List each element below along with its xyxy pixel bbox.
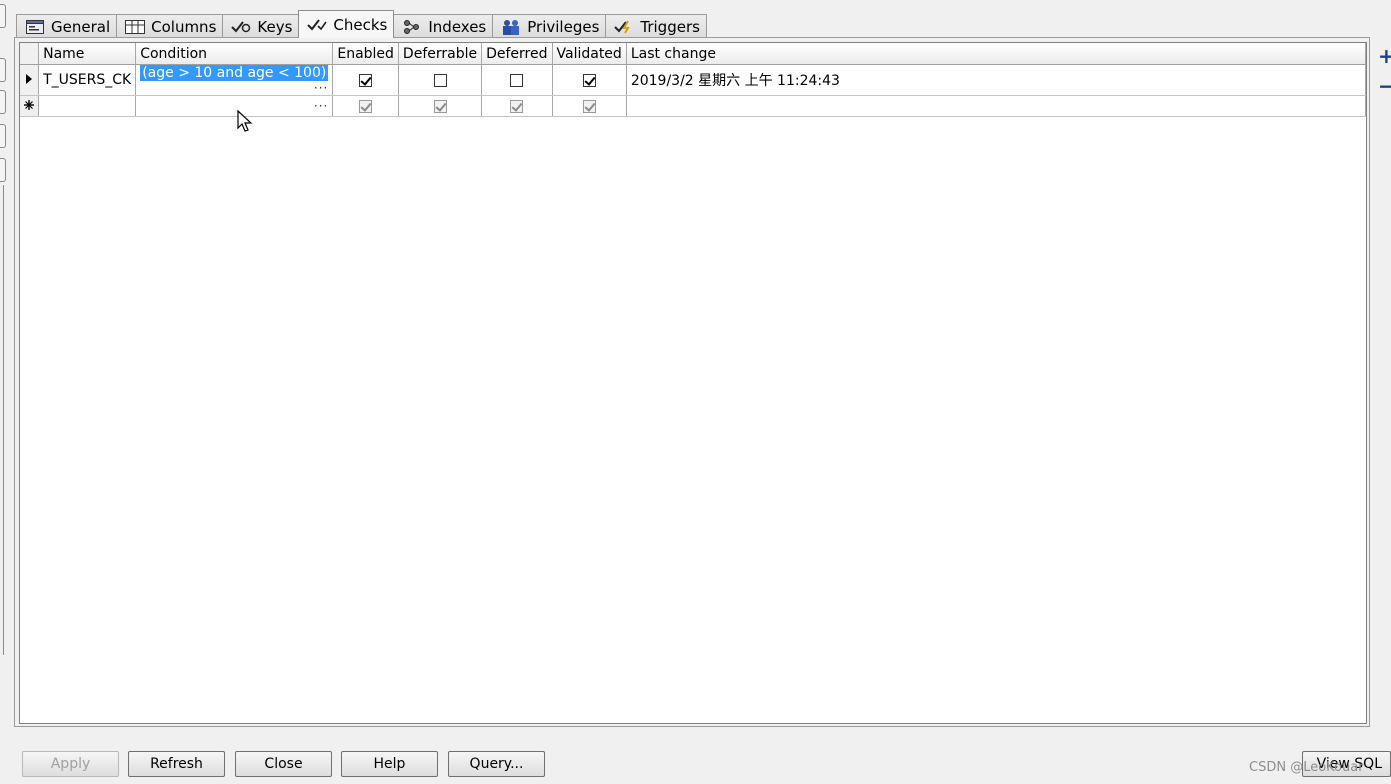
tab-label: Triggers xyxy=(640,17,700,36)
tab-label: Keys xyxy=(257,17,293,36)
tab-columns[interactable]: Columns xyxy=(116,14,224,38)
tab-checks[interactable]: Checks xyxy=(298,10,395,38)
current-row-indicator-icon xyxy=(20,64,40,96)
deferred-checkbox[interactable] xyxy=(510,73,524,87)
cell-deferred[interactable] xyxy=(481,95,553,117)
remove-row-button[interactable]: − xyxy=(1378,76,1391,96)
cell-deferrable[interactable] xyxy=(398,64,483,96)
cell-enabled[interactable] xyxy=(332,64,399,96)
deferrable-checkbox[interactable] xyxy=(433,73,447,87)
tab-label: Columns xyxy=(151,17,217,36)
new-row-indicator-icon xyxy=(20,95,40,117)
tab-label: Privileges xyxy=(527,17,600,36)
column-header-condition[interactable]: Condition xyxy=(135,43,334,65)
background-window-notch xyxy=(0,158,6,182)
cell-condition[interactable]: (age > 10 and age < 100) ··· xyxy=(135,64,334,96)
refresh-button[interactable]: Refresh xyxy=(128,751,225,777)
table-row[interactable]: T_USERS_CK (age > 10 and age < 100) ··· … xyxy=(20,64,1367,96)
query-button[interactable]: Query... xyxy=(448,751,545,777)
column-header-deferrable[interactable]: Deferrable xyxy=(398,43,483,65)
triggers-icon xyxy=(614,19,634,35)
header-row: Name Condition Enabled Deferrable Deferr… xyxy=(20,43,1367,65)
watermark: CSDN @LeoKouar xyxy=(1249,760,1364,775)
help-button[interactable]: Help xyxy=(341,751,438,777)
column-header-enabled[interactable]: Enabled xyxy=(332,43,399,65)
condition-selected-text[interactable]: (age > 10 and age < 100) xyxy=(140,65,329,81)
deferrable-checkbox[interactable] xyxy=(433,99,447,113)
deferred-checkbox[interactable] xyxy=(510,99,524,113)
mouse-cursor-icon xyxy=(237,109,253,138)
validated-checkbox[interactable] xyxy=(582,73,596,87)
condition-ellipsis-button[interactable]: ··· xyxy=(314,99,328,113)
general-icon xyxy=(25,19,45,35)
apply-button[interactable]: Apply xyxy=(22,751,119,777)
column-header-name[interactable]: Name xyxy=(38,43,137,65)
column-header-validated[interactable]: Validated xyxy=(552,43,627,65)
enabled-checkbox[interactable] xyxy=(359,99,373,113)
background-window-line xyxy=(3,185,4,655)
condition-ellipsis-button[interactable]: ··· xyxy=(314,81,328,95)
tab-indexes[interactable]: Indexes xyxy=(393,14,494,38)
cell-condition[interactable]: ··· xyxy=(135,95,334,117)
column-header-last-change[interactable]: Last change xyxy=(626,43,1367,65)
checks-table: Name Condition Enabled Deferrable Deferr… xyxy=(20,43,1367,117)
checks-icon xyxy=(307,17,328,33)
tab-label: General xyxy=(51,17,111,36)
indexes-icon xyxy=(402,19,422,35)
cell-enabled[interactable] xyxy=(332,95,399,117)
tab-triggers[interactable]: Triggers xyxy=(605,14,707,38)
tab-keys[interactable]: Keys xyxy=(222,14,300,38)
cell-name[interactable] xyxy=(38,95,137,117)
keys-icon xyxy=(231,19,251,35)
background-window-notch xyxy=(0,4,6,28)
background-window-notch xyxy=(0,90,6,114)
column-header-deferred[interactable]: Deferred xyxy=(481,43,553,65)
cell-validated[interactable] xyxy=(552,64,627,96)
background-window-edge xyxy=(0,0,7,784)
background-window-notch xyxy=(0,124,6,148)
cell-deferred[interactable] xyxy=(481,64,553,96)
checks-grid[interactable]: Name Condition Enabled Deferrable Deferr… xyxy=(19,42,1367,724)
cell-name[interactable]: T_USERS_CK xyxy=(38,64,137,96)
tab-strip: General Columns Keys Checks Indexes Priv… xyxy=(16,10,707,38)
table-row-new[interactable]: ··· xyxy=(20,95,1367,117)
enabled-checkbox[interactable] xyxy=(359,73,373,87)
row-indicator-header xyxy=(20,43,40,65)
privileges-icon xyxy=(501,19,521,35)
cell-last-change: 2019/3/2 星期六 上午 11:24:43 xyxy=(626,64,1367,96)
close-button[interactable]: Close xyxy=(235,751,332,777)
tab-privileges[interactable]: Privileges xyxy=(492,14,607,38)
add-row-button[interactable]: + xyxy=(1378,46,1391,66)
tab-label: Checks xyxy=(333,15,388,34)
tab-general[interactable]: General xyxy=(16,14,118,38)
cell-validated[interactable] xyxy=(552,95,627,117)
tab-label: Indexes xyxy=(428,17,487,36)
validated-checkbox[interactable] xyxy=(582,99,596,113)
background-window-notch xyxy=(0,58,6,82)
cell-deferrable[interactable] xyxy=(398,95,483,117)
columns-icon xyxy=(125,19,146,35)
cell-last-change xyxy=(626,95,1367,117)
